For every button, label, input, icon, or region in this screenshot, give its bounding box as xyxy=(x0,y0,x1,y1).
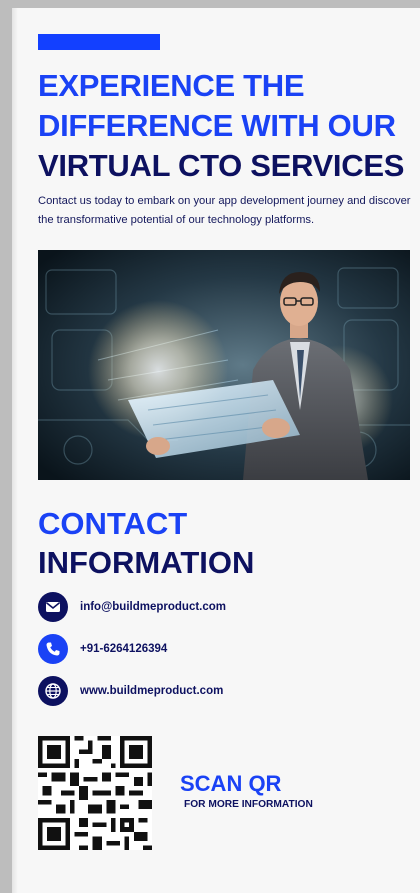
accent-bar xyxy=(38,34,160,50)
contact-website[interactable]: www.buildmeproduct.com xyxy=(80,685,223,697)
scan-qr-subtitle: FOR MORE INFORMATION xyxy=(184,799,313,810)
qr-code[interactable] xyxy=(38,736,152,850)
page-edge-shadow xyxy=(12,8,18,893)
contact-title-line-1: CONTACT xyxy=(38,506,188,541)
headline-line-2: DIFFERENCE WITH OUR xyxy=(38,108,396,143)
contact-title-line-2: INFORMATION xyxy=(38,545,255,580)
hero-image xyxy=(38,250,410,480)
mail-icon xyxy=(38,592,68,622)
brochure-page: EXPERIENCE THE DIFFERENCE WITH OUR VIRTU… xyxy=(12,8,420,893)
phone-icon xyxy=(38,634,68,664)
intro-text: Contact us today to embark on your app d… xyxy=(38,195,411,226)
contact-website-row[interactable]: www.buildmeproduct.com xyxy=(38,676,223,706)
contact-phone-row[interactable]: +91-6264126394 xyxy=(38,634,167,664)
headline: EXPERIENCE THE DIFFERENCE WITH OUR VIRTU… xyxy=(38,66,420,186)
contact-phone[interactable]: +91-6264126394 xyxy=(80,643,167,655)
contact-email[interactable]: info@buildmeproduct.com xyxy=(80,601,226,613)
globe-icon xyxy=(38,676,68,706)
headline-line-3: VIRTUAL CTO SERVICES xyxy=(38,148,405,183)
contact-email-row[interactable]: info@buildmeproduct.com xyxy=(38,592,226,622)
headline-line-1: EXPERIENCE THE xyxy=(38,68,305,103)
scan-qr-title: SCAN QR xyxy=(180,771,282,796)
contact-title: CONTACT INFORMATION xyxy=(38,504,398,582)
